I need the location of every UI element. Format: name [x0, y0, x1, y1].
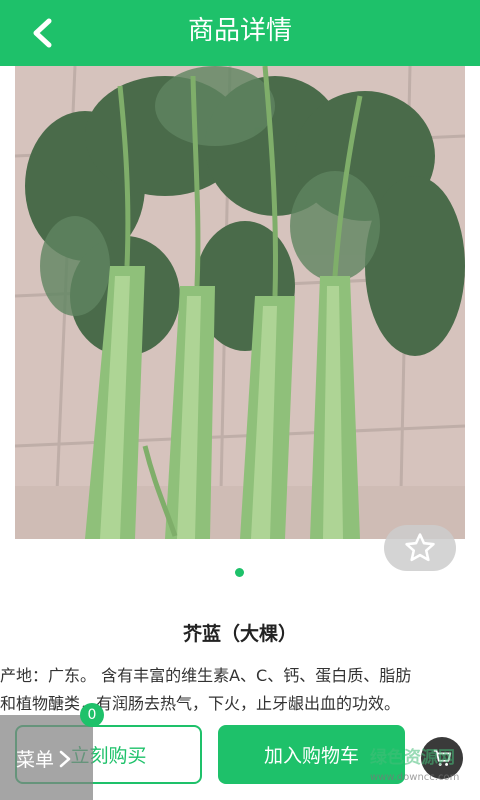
- floating-menu-button[interactable]: 菜单: [0, 715, 93, 800]
- menu-label-wrap: 菜单: [16, 745, 72, 772]
- chevron-right-icon: [59, 750, 71, 767]
- watermark-logo: 绿色资源网 www.downcc.com: [370, 748, 470, 788]
- page-title: 商品详情: [187, 16, 292, 46]
- watermark-sub: www.downcc.com: [370, 772, 460, 783]
- gallery-page-indicator: [235, 568, 244, 577]
- product-name: 芥蓝（大棵）: [182, 623, 297, 645]
- description-line: 产地：广东。 含有丰富的维生素A、C、钙、蛋白质、脂肪: [0, 666, 412, 685]
- menu-label: 菜单: [16, 749, 55, 771]
- cart-count-badge: 0: [80, 703, 104, 727]
- description-line: 和植物醣类，有润肠去热气，下火，止牙龈出血的功效。: [0, 694, 401, 713]
- product-description: 产地：广东。 含有丰富的维生素A、C、钙、蛋白质、脂肪 和植物醣类，有润肠去热气…: [0, 662, 480, 718]
- product-image[interactable]: [15, 66, 465, 539]
- watermark-text: 绿色资源网: [370, 748, 455, 768]
- top-bar: 商品详情: [0, 0, 480, 66]
- kale-vegetable-illustration: [15, 66, 465, 539]
- favorite-button[interactable]: [384, 525, 456, 571]
- star-outline-icon: [405, 533, 435, 562]
